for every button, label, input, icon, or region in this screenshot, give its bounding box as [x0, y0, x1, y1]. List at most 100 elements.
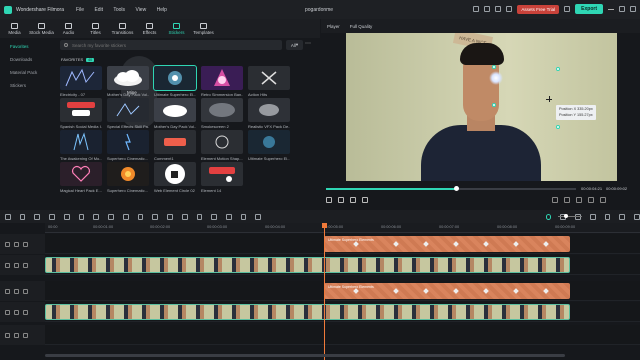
keyframe-marker[interactable]	[353, 288, 359, 294]
sticker-card[interactable]: Comment1	[154, 130, 196, 161]
assets-trial-button[interactable]: Assets Free Trial	[517, 4, 560, 14]
track-lane[interactable]	[45, 302, 640, 322]
undo-icon[interactable]	[34, 213, 41, 220]
nav-material-pack[interactable]: Material Pack	[4, 66, 54, 78]
keyframe-marker[interactable]	[423, 288, 429, 294]
sticker-card[interactable]: Mother's Day Pack Vol...	[154, 98, 196, 129]
snapshot-icon[interactable]	[576, 197, 582, 203]
delete-icon[interactable]	[63, 213, 70, 220]
sticker-overlay[interactable]	[489, 71, 503, 85]
close-icon[interactable]	[630, 6, 636, 12]
keyframe-marker[interactable]	[483, 288, 489, 294]
sticker-card[interactable]: Ultimate Superhero El...	[248, 130, 290, 161]
tab-audio[interactable]: Audio	[56, 19, 81, 38]
lock-icon[interactable]	[14, 262, 19, 268]
lock-icon[interactable]	[14, 288, 19, 294]
sticker-clip[interactable]: Ultimate Superhero Elements	[324, 236, 570, 252]
audio-tool-icon[interactable]	[167, 213, 173, 220]
sticker-card[interactable]: Smokescreen 2	[201, 98, 243, 129]
motion-icon[interactable]	[211, 213, 218, 220]
keyframe-marker[interactable]	[513, 241, 519, 247]
sticker-card[interactable]: Ultimate Superhero El...	[153, 65, 197, 97]
transform-handle[interactable]	[556, 125, 560, 129]
menu-tools[interactable]: Tools	[113, 7, 125, 13]
sticker-card[interactable]: Electricity - 07	[60, 66, 102, 97]
player-tab[interactable]: Player	[327, 24, 340, 29]
eye-icon[interactable]	[23, 262, 28, 268]
nav-downloads[interactable]: Downloads	[4, 53, 54, 65]
sticker-card[interactable]: Spanish Social Media I...	[60, 98, 102, 129]
play-icon[interactable]	[338, 197, 344, 203]
sticker-clip[interactable]: Ultimate Superhero Elements	[324, 283, 570, 299]
keyframe-marker[interactable]	[393, 288, 399, 294]
green-screen-icon[interactable]	[226, 213, 232, 220]
zoom-slider[interactable]	[558, 214, 582, 218]
tab-transitions[interactable]: Transitions	[110, 19, 135, 38]
transform-handle[interactable]	[492, 103, 496, 107]
split-icon[interactable]	[604, 213, 611, 220]
menu-edit[interactable]: Edit	[94, 7, 103, 13]
quality-select[interactable]: Full Quality	[350, 24, 373, 29]
sticker-card[interactable]: The Awakening Of Mo...	[60, 130, 102, 161]
nav-favorites[interactable]: Favorites	[4, 40, 54, 52]
layout-icon[interactable]	[5, 213, 11, 220]
sticker-card[interactable]: Superhero Cinematic...	[107, 162, 149, 193]
eye-icon[interactable]	[23, 332, 28, 338]
keyframe-marker[interactable]	[453, 288, 459, 294]
video-clip[interactable]	[45, 257, 570, 273]
lock-icon[interactable]	[14, 309, 19, 315]
transform-handle[interactable]	[492, 65, 496, 69]
mask-icon[interactable]	[240, 213, 247, 220]
download-icon[interactable]	[484, 6, 491, 12]
tab-effects[interactable]: Effects	[137, 19, 162, 38]
sticker-card[interactable]: Mother's Day Pack Vol...	[107, 66, 149, 97]
timeline-scrollbar[interactable]	[45, 354, 565, 357]
cut-icon[interactable]	[78, 213, 85, 220]
sticker-card[interactable]: Realistic VFX Pack De...	[248, 98, 290, 129]
eye-icon[interactable]	[23, 309, 28, 315]
eye-icon[interactable]	[23, 288, 28, 294]
sticker-card[interactable]: Retro Simmersion Ban...	[201, 66, 243, 97]
timeline-playhead[interactable]	[322, 223, 327, 360]
lock-icon[interactable]	[14, 332, 19, 338]
sticker-card[interactable]: Element Motion Shap...	[201, 130, 243, 161]
volume-icon[interactable]	[588, 197, 594, 203]
sticker-card[interactable]: Magical Heart Pack E...	[60, 162, 102, 193]
keyframe-marker[interactable]	[393, 241, 399, 247]
nav-stickers[interactable]: Stickers	[4, 79, 54, 91]
menu-view[interactable]: View	[135, 7, 146, 13]
bell-icon[interactable]	[564, 6, 571, 12]
track-lane[interactable]: Ultimate Superhero Elements	[45, 281, 640, 301]
cloud-icon[interactable]	[495, 6, 502, 12]
keyframe-marker[interactable]	[483, 241, 489, 247]
select-icon[interactable]	[19, 213, 26, 220]
ai-icon[interactable]	[181, 213, 188, 220]
prev-frame-icon[interactable]	[326, 197, 332, 203]
tab-templates[interactable]: Templates	[191, 19, 216, 38]
color-icon[interactable]	[152, 213, 159, 220]
crop-icon[interactable]	[93, 213, 100, 220]
timeline-ruler[interactable]: 00:00 00:00:01:00 00:00:02:00 00:00:03:0…	[45, 223, 640, 233]
transform-handle[interactable]	[556, 67, 560, 71]
speed-icon[interactable]	[122, 213, 129, 220]
keyframe-marker[interactable]	[543, 241, 549, 247]
stop-icon[interactable]	[362, 197, 368, 203]
mark-out-icon[interactable]	[564, 197, 570, 203]
export-button[interactable]: Export	[575, 4, 603, 14]
minimize-icon[interactable]	[608, 8, 614, 10]
monitor-icon[interactable]	[473, 6, 480, 12]
keyframe-marker[interactable]	[513, 288, 519, 294]
marker-icon[interactable]	[589, 213, 596, 220]
sticker-card[interactable]: Web Element Circle 02	[154, 162, 196, 193]
zoom-out-icon[interactable]	[634, 213, 640, 220]
preview-scrubber[interactable]	[326, 186, 576, 191]
search-input[interactable]	[72, 42, 252, 48]
menu-help[interactable]: Help	[157, 7, 167, 13]
keyframe-icon[interactable]	[196, 213, 203, 220]
tab-stock-media[interactable]: Stock Media	[29, 19, 54, 38]
keyframe-marker[interactable]	[453, 241, 459, 247]
text-icon[interactable]	[108, 213, 114, 220]
keyframe-marker[interactable]	[353, 241, 359, 247]
more-options-icon[interactable]: ⋯	[305, 40, 313, 50]
scrubber-knob[interactable]	[454, 186, 459, 191]
